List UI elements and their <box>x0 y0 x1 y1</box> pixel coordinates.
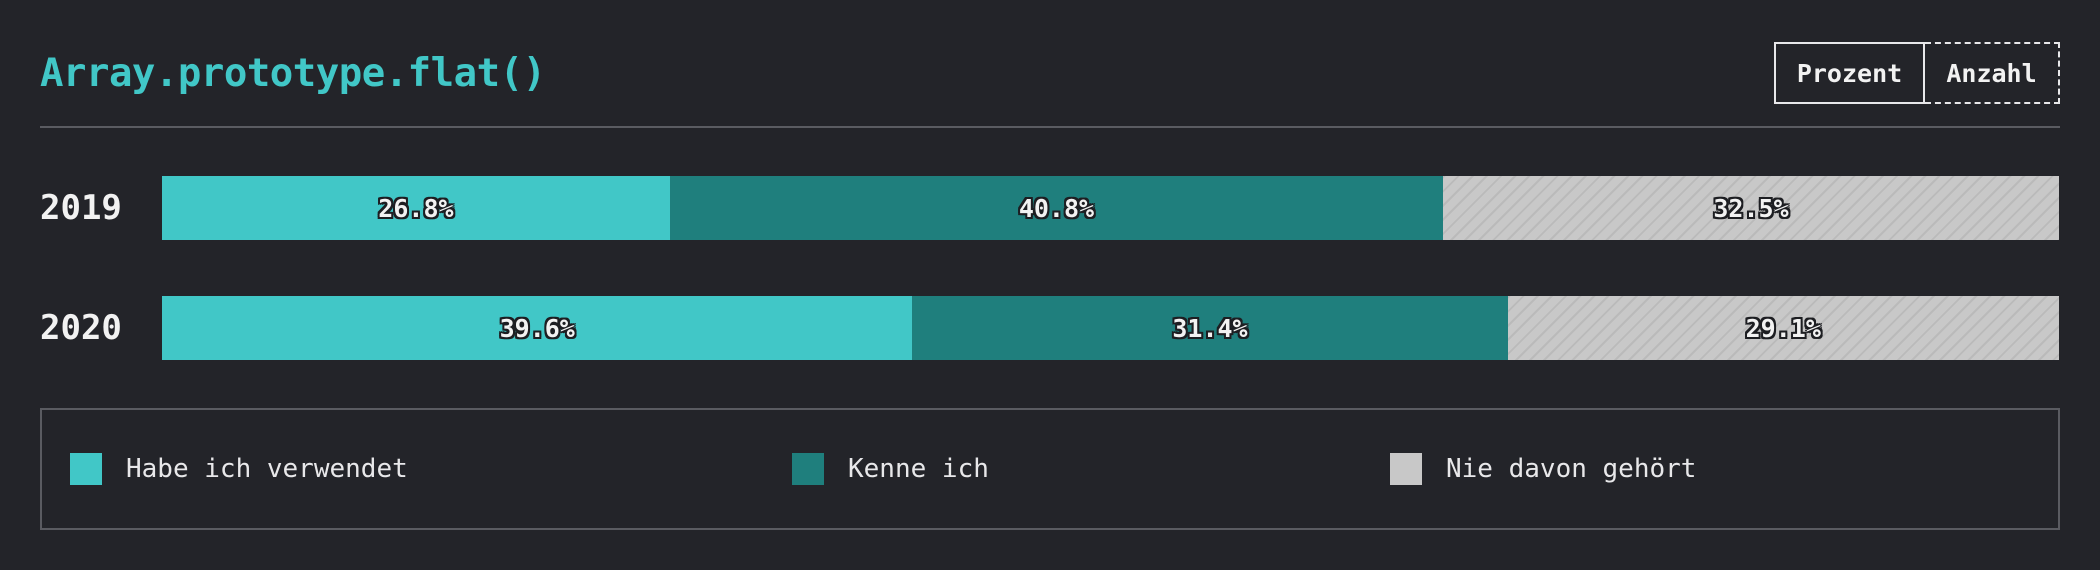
bar-row-2020: 39.6% 31.4% 29.1% <box>162 296 2059 360</box>
chart-container: Array.prototype.flat() Prozent Anzahl 20… <box>0 0 2100 570</box>
legend: Habe ich verwendet Kenne ich Nie davon g… <box>40 408 2060 530</box>
legend-label-used: Habe ich verwendet <box>126 454 408 484</box>
legend-item-known[interactable]: Kenne ich <box>792 410 989 528</box>
percent-toggle-button[interactable]: Prozent <box>1774 42 1925 104</box>
legend-label-known: Kenne ich <box>848 454 989 484</box>
bar-value-label: 39.6% <box>499 313 575 343</box>
legend-item-used[interactable]: Habe ich verwendet <box>70 410 408 528</box>
bar-segment-known-2019: 40.8% <box>669 176 1444 240</box>
year-label-2020: 2020 <box>40 308 122 348</box>
bar-segment-used-2019: 26.8% <box>162 176 670 240</box>
legend-item-never[interactable]: Nie davon gehört <box>1390 410 1696 528</box>
unit-toggle: Prozent Anzahl <box>1774 42 2060 104</box>
bar-segment-never-2020: 29.1% <box>1507 296 2059 360</box>
bar-segment-known-2020: 31.4% <box>912 296 1508 360</box>
bar-value-label: 26.8% <box>378 193 454 223</box>
bar-value-label: 40.8% <box>1018 193 1095 223</box>
legend-swatch-known <box>792 453 824 485</box>
bar-value-label: 29.1% <box>1745 313 1821 343</box>
count-toggle-button[interactable]: Anzahl <box>1925 42 2060 104</box>
bar-segment-never-2019: 32.5% <box>1443 176 2059 240</box>
bar-value-label: 31.4% <box>1172 313 1248 343</box>
bar-value-label: 32.5% <box>1713 193 1789 223</box>
bar-segment-used-2020: 39.6% <box>162 296 913 360</box>
chart-title: Array.prototype.flat() <box>40 51 546 96</box>
year-label-2019: 2019 <box>40 188 122 228</box>
legend-label-never: Nie davon gehört <box>1446 454 1697 484</box>
legend-swatch-never <box>1390 453 1422 485</box>
title-divider <box>40 126 2060 128</box>
legend-swatch-used <box>70 453 102 485</box>
bar-row-2019: 26.8% 40.8% 32.5% <box>162 176 2059 240</box>
